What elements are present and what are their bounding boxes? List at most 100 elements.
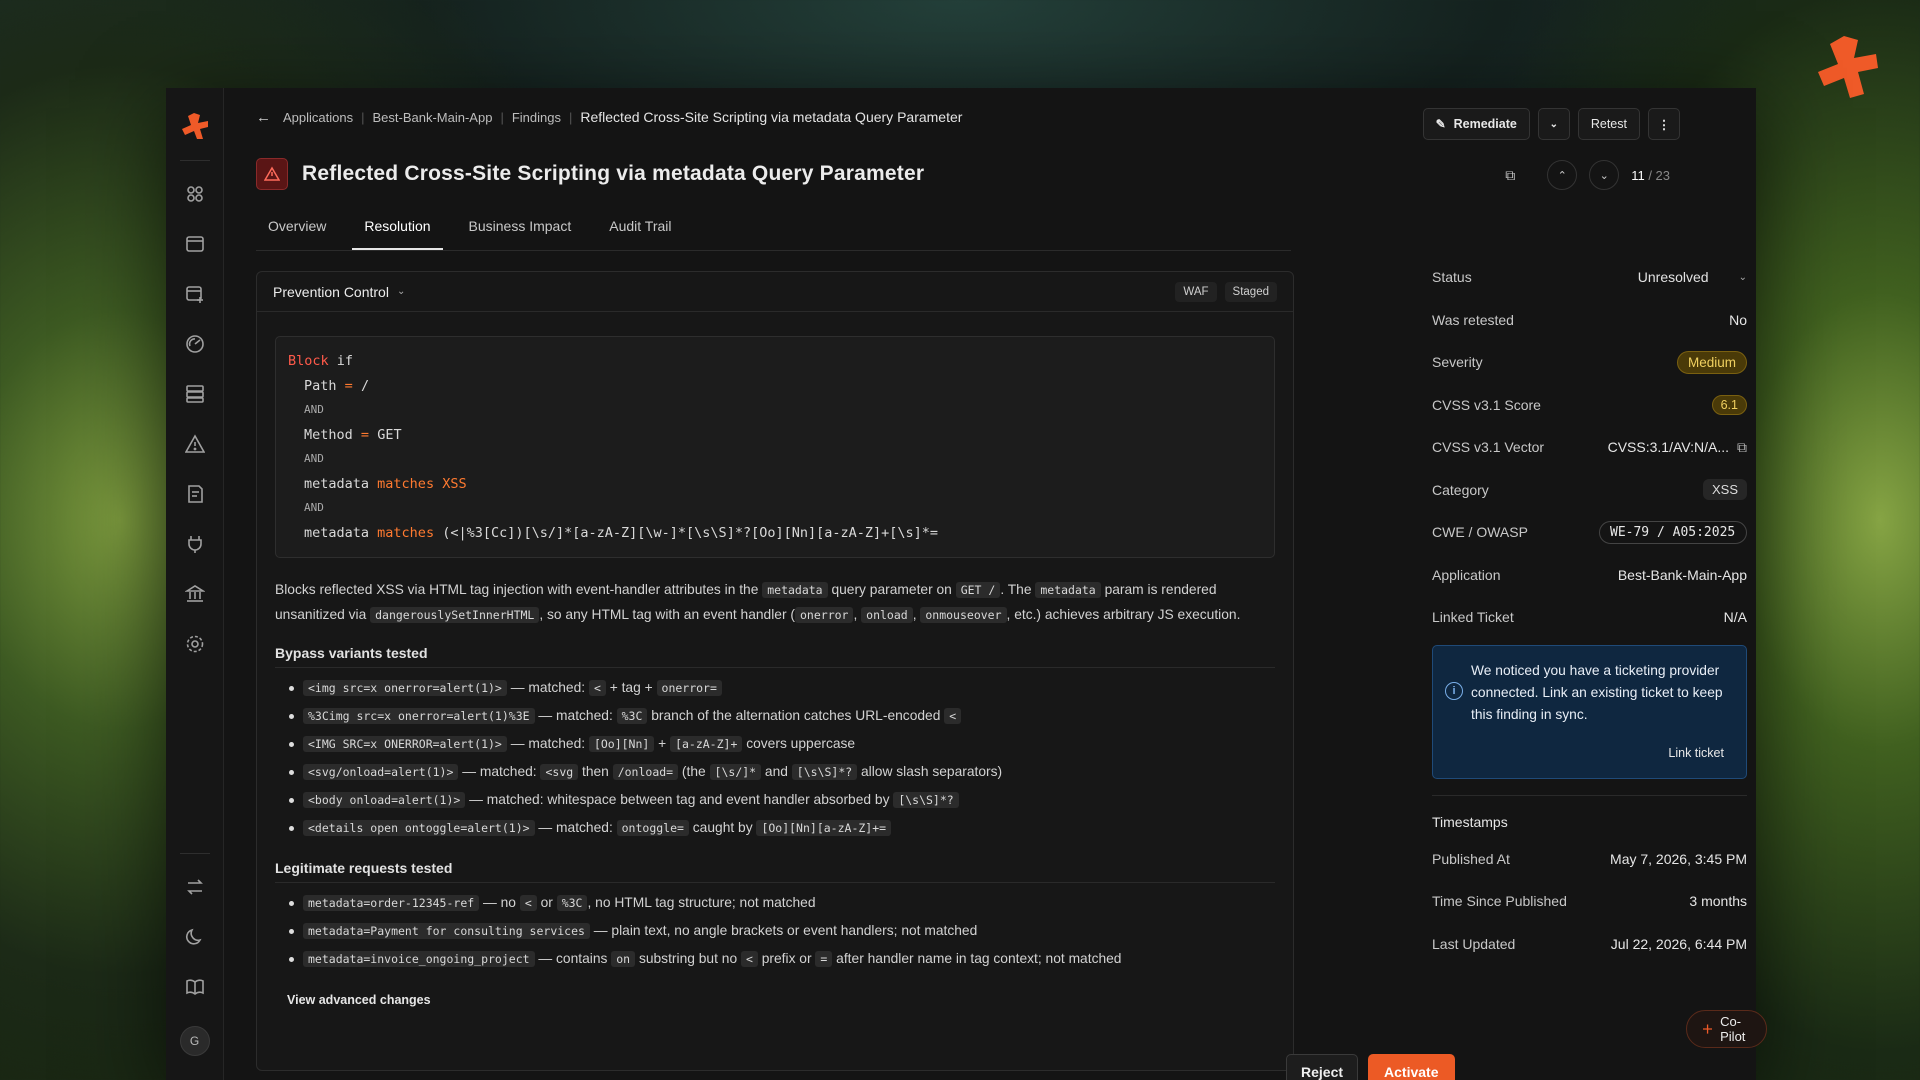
code-line: metadata matches XSS [304, 475, 467, 492]
info-icon: i [1445, 681, 1463, 700]
breadcrumb-separator: | [500, 109, 504, 125]
severity-label: Severity [1432, 354, 1483, 371]
wand-icon: ✎ [1435, 117, 1446, 131]
breadcrumb-applications[interactable]: Applications [283, 110, 353, 125]
divider [1432, 794, 1747, 796]
linked-ticket-label: Linked Ticket [1432, 609, 1514, 626]
remediate-button[interactable]: ✎ Remediate [1422, 108, 1530, 140]
settings-gear-icon[interactable] [184, 633, 206, 655]
chevron-down-icon: ⌄ [1549, 118, 1559, 130]
copy-link-icon[interactable]: ⧉ [1505, 167, 1515, 184]
copilot-button[interactable]: Co-Pilot [1686, 1010, 1768, 1048]
list-item: <details open ontoggle=alert(1)> — match… [289, 814, 1275, 842]
copy-icon[interactable]: ⧉ [1737, 439, 1747, 456]
application-add-icon[interactable] [184, 283, 206, 305]
application-value[interactable]: Best-Bank-Main-App [1618, 567, 1747, 583]
bypass-list: <img src=x onerror=alert(1)> — matched: … [289, 674, 1275, 842]
retest-button[interactable]: Retest [1577, 108, 1640, 140]
switch-arrows-icon[interactable] [184, 876, 206, 898]
browser-window-icon[interactable] [184, 233, 206, 255]
cwe-label: CWE / OWASP [1432, 524, 1528, 541]
prevention-control-panel: Prevention Control ⌄ WAF Staged Block if… [256, 271, 1294, 1071]
severity-row: Severity Medium [1432, 341, 1747, 384]
cwe-row: CWE / OWASP WE-79 / A05:2025 [1432, 511, 1747, 554]
list-item: metadata=order-12345-ref — no < or %3C, … [289, 889, 1275, 917]
scan-gauge-icon[interactable] [184, 333, 206, 355]
reports-icon[interactable] [184, 483, 206, 505]
user-avatar[interactable]: G [179, 1026, 210, 1056]
brand-logo-icon [1818, 36, 1878, 98]
list-item: <img src=x onerror=alert(1)> — matched: … [289, 674, 1275, 702]
severity-badge: Medium [1676, 350, 1747, 374]
published-label: Published At [1432, 850, 1510, 867]
status-select[interactable]: Unresolved ⌄ [1638, 269, 1747, 285]
activate-button[interactable]: Activate [1368, 1054, 1455, 1080]
tab-overview[interactable]: Overview [256, 208, 338, 250]
next-finding-button[interactable]: ⌄ [1589, 160, 1620, 190]
application-row: Application Best-Bank-Main-App [1432, 554, 1747, 597]
status-label: Status [1432, 269, 1472, 286]
dashboard-icon[interactable] [184, 183, 206, 205]
breadcrumb-app[interactable]: Best-Bank-Main-App [373, 110, 493, 125]
code-and: AND [304, 452, 324, 465]
cvss-vector-value: CVSS:3.1/AV:N/A... ⧉ [1607, 438, 1747, 456]
since-label: Time Since Published [1432, 893, 1567, 910]
info-text: We noticed you have a ticketing provider… [1471, 662, 1723, 722]
rule-code-block: Block if Path = / AND Method = GET AND m… [275, 336, 1275, 558]
app-logo-icon[interactable] [181, 112, 209, 140]
reject-button[interactable]: Reject [1286, 1054, 1359, 1080]
integrations-plug-icon[interactable] [184, 533, 206, 555]
panel-header[interactable]: Prevention Control ⌄ WAF Staged [257, 272, 1293, 312]
code-line: metadata matches (<|%3[Cc])[\s/]*[a-zA-Z… [304, 524, 939, 541]
updated-row: Last Updated Jul 22, 2026, 6:44 PM [1432, 923, 1747, 966]
previous-finding-button[interactable]: ⌃ [1547, 160, 1578, 190]
bypass-section-title: Bypass variants tested [275, 645, 1275, 668]
published-row: Published At May 7, 2026, 3:45 PM [1432, 838, 1747, 881]
tab-resolution[interactable]: Resolution [352, 208, 443, 250]
app-window: G ← Applications | Best-Bank-Main-App | … [166, 88, 1768, 1080]
link-ticket-button[interactable]: Link ticket [1668, 746, 1724, 760]
code-line: Path = / [304, 377, 370, 394]
cvss-vector-row: CVSS v3.1 Vector CVSS:3.1/AV:N/A... ⧉ [1432, 426, 1747, 469]
category-badge: XSS [1702, 479, 1747, 501]
panel-title: Prevention Control [273, 283, 389, 300]
breadcrumb-separator: | [568, 109, 573, 125]
tag-waf: WAF [1175, 281, 1217, 302]
retested-label: Was retested [1432, 311, 1514, 328]
linked-ticket-value: N/A [1723, 609, 1747, 626]
tag-staged: Staged [1224, 281, 1277, 302]
list-item: <svg/onload=alert(1)> — matched: <svg th… [289, 758, 1275, 786]
category-row: Category XSS [1432, 469, 1747, 512]
since-value: 3 months [1689, 893, 1747, 910]
remediate-dropdown-button[interactable]: ⌄ [1537, 108, 1570, 140]
servers-icon[interactable] [184, 383, 206, 405]
panel-tags: WAF Staged [1175, 281, 1277, 302]
severity-alert-icon [256, 158, 288, 190]
dark-mode-moon-icon[interactable] [184, 926, 206, 948]
breadcrumb-separator: | [361, 109, 365, 125]
tab-business-impact[interactable]: Business Impact [457, 208, 584, 250]
tab-audit-trail[interactable]: Audit Trail [597, 208, 683, 250]
linked-ticket-row: Linked Ticket N/A [1432, 596, 1747, 639]
details-sidebar: Status Unresolved ⌄ Was retested No Sever… [1432, 256, 1747, 965]
copilot-logo-icon [1703, 1024, 1713, 1034]
cwe-value: WE-79 / A05:2025 [1599, 520, 1747, 544]
code-line: Block if [288, 353, 354, 369]
sidebar-rail: G [166, 88, 224, 1080]
list-item: %3Cimg src=x onerror=alert(1)%3E — match… [289, 702, 1275, 730]
breadcrumb-findings[interactable]: Findings [512, 110, 561, 125]
breadcrumb: ← Applications | Best-Bank-Main-App | Fi… [256, 109, 962, 126]
back-arrow-icon[interactable]: ← [256, 109, 271, 126]
code-and: AND [304, 501, 324, 514]
docs-book-icon[interactable] [184, 976, 206, 998]
rail-divider [179, 160, 210, 161]
page-title: Reflected Cross-Site Scripting via metad… [302, 162, 925, 185]
warning-icon[interactable] [184, 433, 206, 455]
list-item: <body onload=alert(1)> — matched: whites… [289, 786, 1275, 814]
more-menu-button[interactable]: ⋮ [1648, 108, 1680, 140]
view-advanced-changes-link[interactable]: View advanced changes [287, 993, 1263, 1007]
bank-icon[interactable] [184, 583, 206, 605]
since-row: Time Since Published 3 months [1432, 880, 1747, 923]
cvss-score-row: CVSS v3.1 Score 6.1 [1432, 384, 1747, 427]
cvss-vector-label: CVSS v3.1 Vector [1432, 439, 1545, 456]
